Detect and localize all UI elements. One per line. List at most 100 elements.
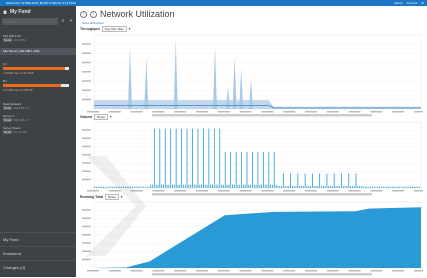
selected-group-row[interactable]: File Server (192.168.1.196) — [0, 48, 76, 55]
volume-bar — [290, 173, 291, 188]
add-icon[interactable]: + — [68, 18, 74, 25]
x-tick-label — [174, 190, 187, 192]
volume-bar — [377, 186, 379, 188]
volume-bar — [301, 186, 302, 188]
user-link[interactable]: Admin — [394, 1, 403, 5]
y-tick-label — [82, 61, 91, 64]
x-tick-label — [108, 111, 121, 113]
volume-bar — [308, 186, 310, 188]
sidebar-bottom-evensend[interactable]: Evensend — [0, 246, 76, 259]
account-link[interactable]: Account — [406, 1, 417, 5]
volume-bar — [261, 184, 262, 188]
disk-c[interactable]: C:\ 1.08GB free of 31.9GB — [3, 62, 69, 75]
disk-name: D:\ — [3, 79, 7, 83]
page-title-row: ‹ › Network Utilization — [80, 9, 175, 19]
y-tick-label — [82, 52, 91, 54]
x-tick-label — [239, 111, 252, 113]
x-tick-label — [87, 111, 99, 113]
disk-d[interactable]: D:\ 10.2GB free of 200GB — [3, 79, 69, 92]
y-tick-label — [82, 80, 91, 82]
volume-bar — [222, 184, 224, 188]
volume-bar — [284, 186, 286, 188]
volume-bar — [411, 186, 413, 188]
volume-bar — [321, 186, 322, 188]
y-tick-label — [82, 43, 91, 45]
x-tick-label — [152, 111, 165, 113]
x-tick-label — [217, 190, 230, 192]
send-refresh-link[interactable]: Send ⊞ Refresh — [82, 21, 104, 25]
volume-bar — [153, 128, 155, 188]
volume-bar — [282, 173, 284, 188]
settings-icon[interactable]: ⚙ — [421, 1, 424, 5]
volume-bar — [415, 186, 417, 188]
node-item[interactable]: 192.168.1.63 Node 10.1.0.84 — [3, 34, 26, 42]
logo-watermark — [86, 156, 146, 256]
volume-bar — [408, 186, 410, 188]
panel-label: Throughput — [80, 27, 100, 31]
volume-bar — [324, 186, 326, 188]
throughput-select[interactable]: Avg, Min, Max — [101, 26, 127, 32]
volume-bar — [388, 186, 390, 188]
chevron-down-icon[interactable]: ▾ — [129, 27, 131, 31]
volume-bar — [181, 128, 182, 188]
sidebar-bottom-changes[interactable]: Changes (0) — [0, 260, 76, 273]
volume-bar — [346, 186, 348, 188]
node-item[interactable]: Server Room Node 10.1.1.220 — [3, 126, 27, 134]
x-tick-label — [414, 111, 423, 113]
volume-bar — [192, 128, 193, 188]
volume-bar — [348, 173, 350, 188]
node-item[interactable]: Server 2 Node 192.168.1.7 — [3, 114, 29, 122]
volume-bar — [266, 184, 268, 188]
volume-bar — [375, 186, 377, 188]
y-tick-label — [82, 98, 91, 101]
volume-bar — [330, 186, 331, 188]
y-tick-label — [82, 71, 91, 73]
back-icon[interactable]: ‹ — [80, 10, 87, 18]
panel-label: Volume — [80, 115, 93, 119]
volume-bar — [242, 184, 244, 188]
volume-bar — [384, 186, 386, 188]
volume-bar — [203, 128, 204, 188]
volume-bar — [212, 184, 213, 188]
volume-bar — [366, 186, 368, 188]
volume-bar — [277, 186, 279, 188]
volume-bar — [297, 173, 299, 188]
forward-icon[interactable]: › — [90, 10, 97, 18]
volume-bar — [195, 184, 197, 188]
search-icon[interactable]: ⌕ — [60, 18, 66, 25]
volume-bar — [184, 184, 186, 188]
x-tick-label — [196, 111, 208, 113]
y-tick-label — [82, 129, 91, 131]
x-tick-label — [305, 190, 317, 192]
volume-bar — [342, 186, 344, 188]
volume-bar — [313, 186, 315, 188]
volume-bar — [172, 184, 173, 188]
volume-bar — [204, 184, 206, 188]
sidebar-bottom-my-fund[interactable]: My Fund — [0, 232, 76, 245]
x-tick-label — [392, 111, 405, 113]
volume-bar — [268, 151, 270, 188]
chevron-down-icon[interactable]: ▾ — [110, 115, 112, 119]
node-item[interactable]: Data Network Node 192.168.1.5 — [3, 102, 29, 110]
volume-bar — [406, 186, 408, 188]
x-tick-label — [326, 190, 339, 192]
volume-bar — [386, 186, 388, 188]
volume-bar — [339, 186, 341, 188]
disk-usage-fill — [3, 84, 62, 87]
volume-bar — [328, 186, 330, 188]
volume-bar — [253, 184, 255, 188]
volume-bar — [315, 186, 317, 188]
volume-bar — [228, 184, 230, 188]
x-tick-label — [239, 270, 252, 272]
search-input[interactable] — [2, 18, 58, 25]
volume-bar — [235, 151, 237, 188]
x-tick-label — [261, 270, 274, 272]
volume-bar — [199, 184, 201, 188]
x-tick-label — [305, 111, 317, 113]
volume-bar — [175, 128, 177, 188]
volume-bar — [148, 186, 150, 188]
volume-bar — [226, 184, 228, 188]
x-tick-label — [370, 270, 383, 272]
volume-bar — [410, 186, 411, 188]
volume-bar — [246, 151, 248, 188]
